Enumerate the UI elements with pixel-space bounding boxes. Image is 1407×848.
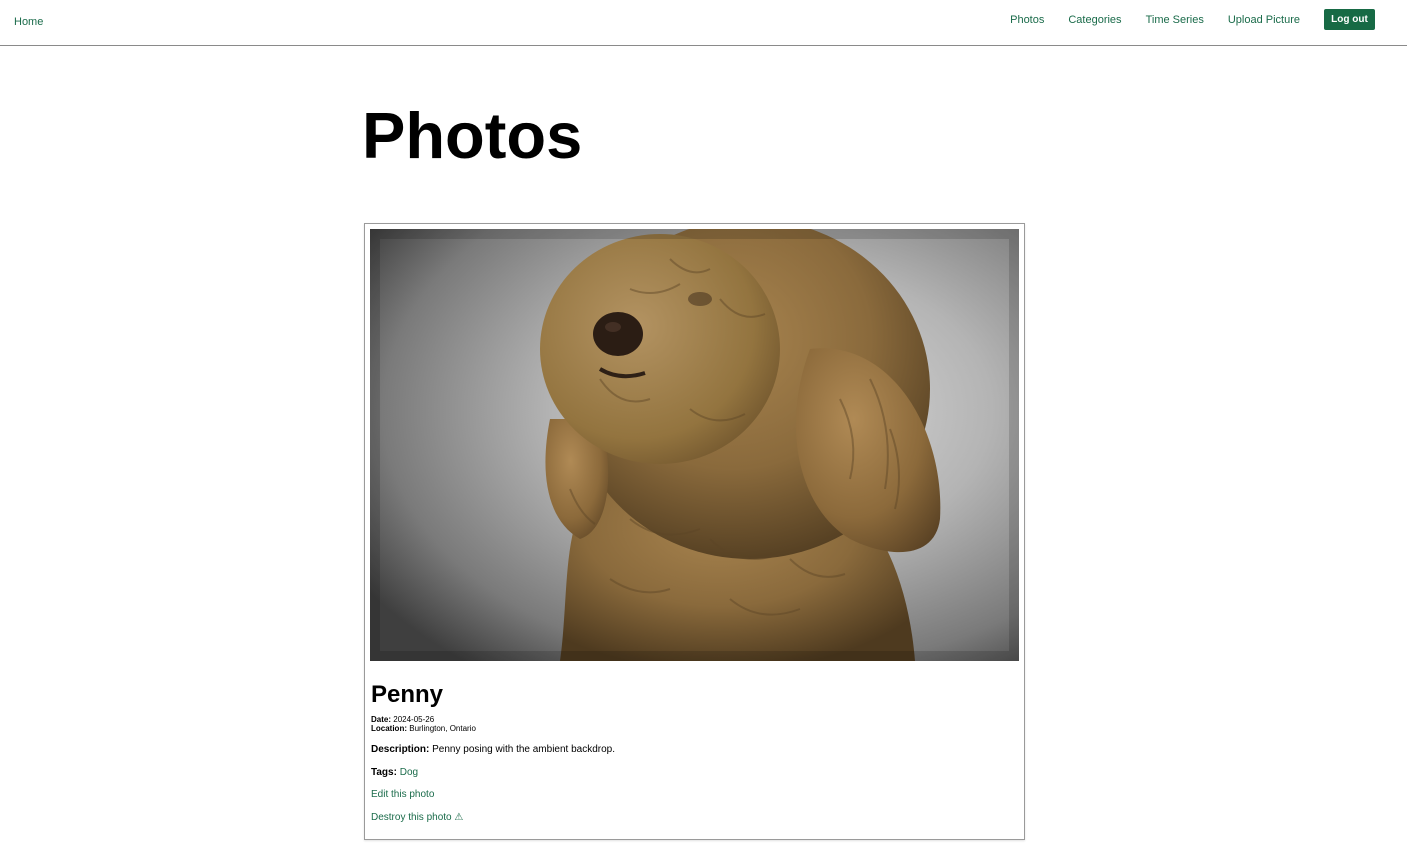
photo-date: Date: 2024-05-26 (371, 715, 434, 724)
dog-illustration (370, 229, 1019, 661)
description-label: Description: (371, 744, 430, 755)
photo-description: Description: Penny posing with the ambie… (371, 744, 615, 755)
edit-photo-link[interactable]: Edit this photo (371, 789, 434, 800)
photo-location: Location: Burlington, Ontario (371, 724, 476, 733)
dog-photo[interactable] (370, 229, 1019, 661)
nav-photos-link[interactable]: Photos (1010, 14, 1044, 26)
page-title: Photos (362, 99, 583, 172)
tag-dog-link[interactable]: Dog (400, 767, 418, 778)
photo-card: Penny Date: 2024-05-26 Location: Burling… (364, 223, 1025, 840)
nav-right-group: Photos Categories Time Series Upload Pic… (1010, 9, 1375, 30)
nav-home-link[interactable]: Home (14, 16, 43, 28)
description-value: Penny posing with the ambient backdrop. (432, 744, 616, 755)
logout-button[interactable]: Log out (1324, 9, 1375, 30)
photo-title: Penny (371, 681, 444, 708)
nav-categories-link[interactable]: Categories (1068, 14, 1121, 26)
date-label: Date: (371, 715, 392, 724)
nav-upload-picture-link[interactable]: Upload Picture (1228, 14, 1300, 26)
photo-tags: Tags: Dog (371, 767, 418, 778)
tags-label: Tags: (371, 767, 397, 778)
date-value: 2024-05-26 (393, 715, 435, 724)
location-label: Location: (371, 724, 407, 733)
nav-time-series-link[interactable]: Time Series (1146, 14, 1204, 26)
top-navbar: Home Photos Categories Time Series Uploa… (0, 0, 1407, 46)
destroy-photo-link[interactable]: Destroy this photo ⚠ (371, 812, 463, 823)
location-value: Burlington, Ontario (409, 724, 476, 733)
